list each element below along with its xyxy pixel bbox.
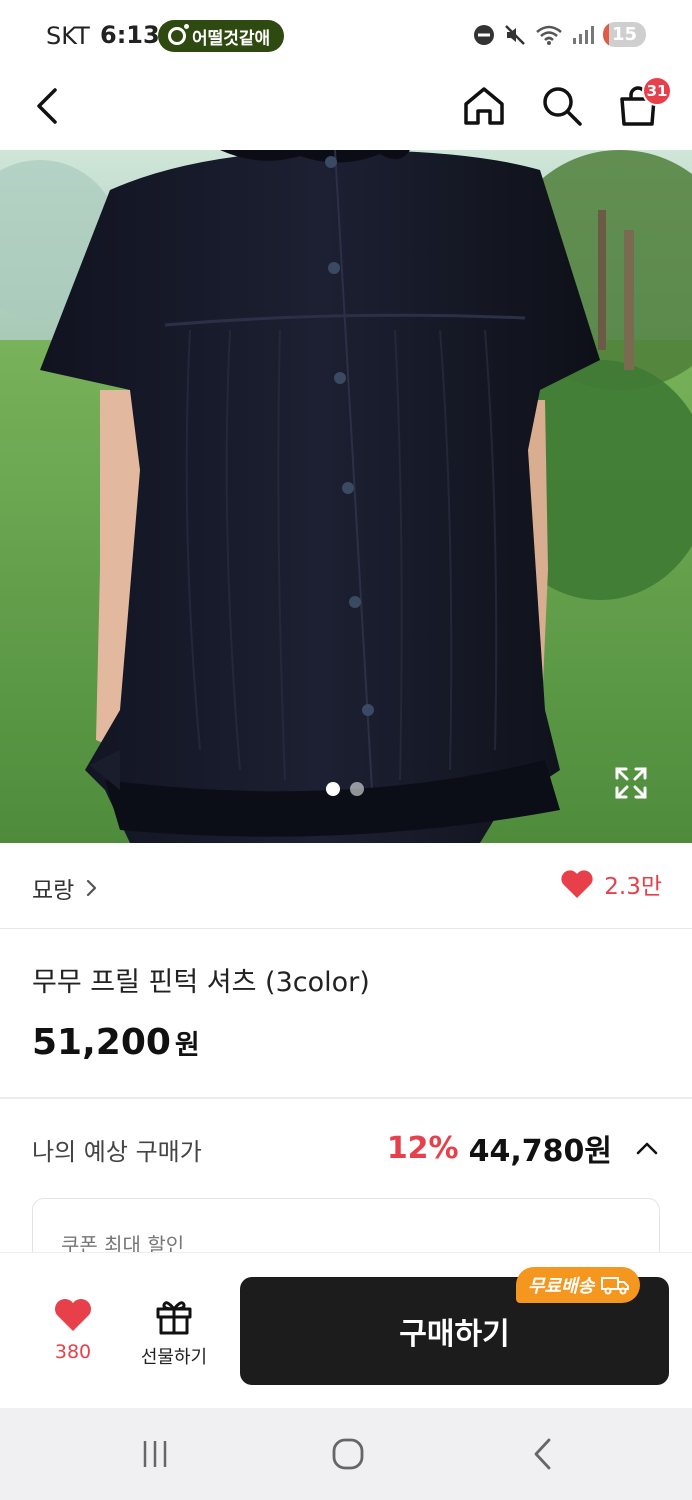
signal-icon <box>572 25 594 44</box>
chevron-right-icon <box>87 879 97 897</box>
app-pill-label: 어떨것같애 <box>192 28 271 49</box>
seller-like-count: 2.3만 <box>604 874 662 900</box>
wishlist-count: 380 <box>54 1341 92 1363</box>
carousel-dot[interactable] <box>350 782 364 796</box>
recent-apps-button[interactable] <box>130 1436 180 1472</box>
cart-button[interactable]: 31 <box>610 76 672 134</box>
buy-button-label: 구매하기 <box>399 1317 510 1352</box>
chevron-left-icon <box>37 88 57 124</box>
system-nav-bar <box>0 1408 692 1500</box>
product-image-carousel[interactable] <box>0 150 692 843</box>
home-icon <box>464 87 504 125</box>
back-button[interactable] <box>20 78 76 134</box>
product-photo <box>0 150 692 843</box>
do-not-disturb-icon <box>473 24 494 45</box>
wifi-icon <box>536 25 562 45</box>
purchase-action-bar: 380 선물하기 구매하기 무료배송 <box>0 1252 692 1408</box>
home-circle-icon <box>332 1438 364 1470</box>
estimated-price-value: 44,780원 <box>468 1134 612 1169</box>
heart-icon <box>561 870 593 898</box>
expand-icon <box>615 767 647 799</box>
gift-button[interactable]: 선물하기 <box>132 1297 216 1369</box>
clock: 6:13 <box>100 21 160 49</box>
home-button[interactable] <box>456 78 512 134</box>
app-header: 31 <box>0 72 692 150</box>
seller-row: 묘랑 2.3만 <box>0 843 692 929</box>
free-shipping-badge: 무료배송 <box>516 1267 641 1303</box>
wishlist-button[interactable]: 380 <box>42 1297 104 1363</box>
discount-percent: 12% <box>386 1130 459 1166</box>
search-button[interactable] <box>534 78 590 134</box>
seller-name: 묘랑 <box>32 878 75 904</box>
chevron-up-icon <box>636 1142 658 1155</box>
app-activity-pill[interactable]: 어떨것같애 <box>158 20 285 52</box>
free-shipping-label: 무료배송 <box>528 1276 595 1297</box>
estimated-price-label: 나의 예상 구매가 <box>32 1138 202 1166</box>
cart-count-badge: 31 <box>642 76 672 106</box>
gift-icon <box>156 1301 192 1335</box>
battery-level: 15 <box>611 24 637 45</box>
system-home-button[interactable] <box>323 1436 373 1472</box>
truck-icon <box>601 1277 630 1295</box>
carousel-dots <box>326 782 364 796</box>
heart-icon <box>55 1299 91 1331</box>
fullscreen-button[interactable] <box>614 766 648 800</box>
price-currency: 원 <box>174 1030 200 1061</box>
system-back-button[interactable] <box>518 1436 568 1472</box>
gift-label: 선물하기 <box>140 1347 208 1368</box>
app-indicator-icon <box>168 24 189 45</box>
estimated-price-row: 나의 예상 구매가 12% 44,780원 <box>0 1120 692 1176</box>
carousel-dot[interactable] <box>326 782 340 796</box>
product-title: 무무 프릴 핀턱 셔츠 (3color) <box>32 967 370 998</box>
recent-apps-icon <box>143 1441 167 1467</box>
estimated-price-toggle[interactable]: 12% 44,780원 <box>387 1126 658 1170</box>
status-icons: 15 <box>473 22 646 47</box>
battery-indicator: 15 <box>602 22 646 47</box>
product-price: 51,200 원 <box>32 1022 200 1063</box>
section-divider <box>0 1097 692 1099</box>
search-icon <box>543 87 582 126</box>
seller-like-button[interactable]: 2.3만 <box>560 867 662 901</box>
mute-icon <box>505 24 525 45</box>
price-value: 51,200 <box>32 1022 171 1063</box>
back-arrow-icon <box>534 1438 551 1470</box>
carrier-label: SKT <box>46 22 90 50</box>
seller-link[interactable]: 묘랑 <box>32 871 98 905</box>
status-bar: SKT 6:13 어떨것같애 15 <box>0 0 692 72</box>
